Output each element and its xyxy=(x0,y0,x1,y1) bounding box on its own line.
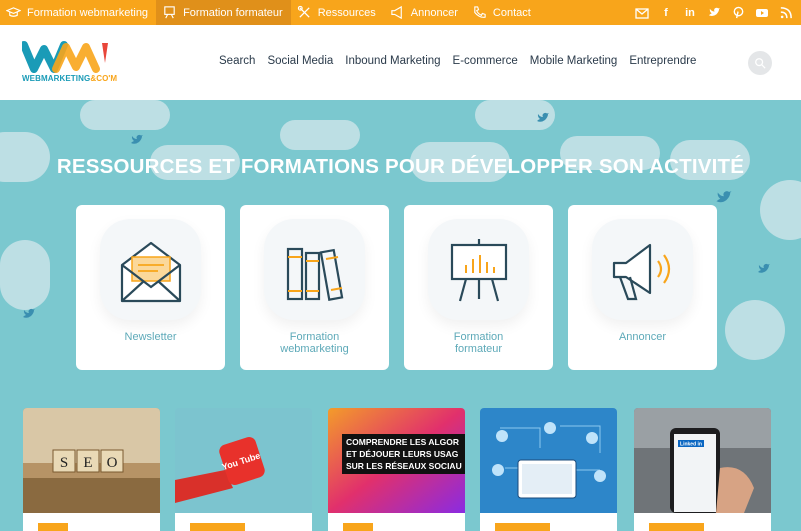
search-icon xyxy=(755,58,766,69)
site-header: WEBMARKETING&CO'M Search Social Media In… xyxy=(0,25,801,100)
article-footer xyxy=(634,513,771,531)
nav-social-media[interactable]: Social Media xyxy=(267,55,333,67)
nav-entreprendre[interactable]: Entreprendre xyxy=(629,55,696,67)
card-label: Formation webmarketing xyxy=(240,331,389,355)
twitter-bird-icon xyxy=(758,263,770,273)
twitter-icon[interactable] xyxy=(707,6,721,20)
phone-icon xyxy=(474,6,486,18)
envelope-icon xyxy=(120,241,182,303)
article-footer xyxy=(480,513,617,531)
network-tablet-image xyxy=(480,408,617,513)
category-tag xyxy=(38,523,68,531)
nav-search[interactable]: Search xyxy=(219,55,255,67)
nav-e-commerce[interactable]: E-commerce xyxy=(453,55,518,67)
linkedin-phone-image: Linked in xyxy=(634,408,771,513)
article-card-linkedin[interactable]: Linked in xyxy=(634,408,771,531)
card-label: Newsletter xyxy=(76,331,225,343)
linkedin-badge-text: Linked in xyxy=(680,442,702,448)
cloud-decoration xyxy=(725,300,785,360)
twitter-bird-icon xyxy=(716,191,732,203)
social-links: f in xyxy=(635,0,793,25)
card-label-line2: formateur xyxy=(454,343,503,355)
banner-line-2: ET DÉJOUER LEURS USAG xyxy=(346,449,459,459)
scrabble-tile-o: O xyxy=(107,455,118,471)
article-card-seo[interactable]: S E O xyxy=(23,408,160,531)
article-card-youtube[interactable]: You Tube xyxy=(175,408,312,531)
megaphone-icon xyxy=(391,5,402,20)
card-icon-container xyxy=(100,219,201,320)
topbar-item-ressources[interactable]: Ressources xyxy=(291,0,384,25)
topbar-item-contact[interactable]: Contact xyxy=(466,0,539,25)
rss-icon[interactable] xyxy=(779,6,793,20)
cloud-decoration xyxy=(280,120,360,150)
card-label-line1: Annoncer xyxy=(618,331,667,343)
pinterest-icon[interactable] xyxy=(731,6,745,20)
tools-icon xyxy=(297,5,310,18)
card-newsletter[interactable]: Newsletter xyxy=(76,205,225,370)
twitter-bird-icon xyxy=(23,308,35,318)
top-bar: Formation webmarketing Formation formate… xyxy=(0,0,801,25)
newsletter-icon[interactable] xyxy=(635,6,649,20)
topbar-item-label: Annoncer xyxy=(410,6,458,19)
category-tag xyxy=(495,523,550,531)
facebook-icon[interactable]: f xyxy=(659,6,673,20)
card-icon-container xyxy=(264,219,365,320)
category-tag xyxy=(190,523,245,531)
algorithms-image: COMPRENDRE LES ALGOR ET DÉJOUER LEURS US… xyxy=(328,408,465,513)
article-footer xyxy=(175,513,312,531)
topbar-item-formation-formateur[interactable]: Formation formateur xyxy=(156,0,291,25)
cloud-decoration xyxy=(760,180,801,240)
card-icon-container xyxy=(428,219,529,320)
logo-text-webmarketing: WEBMARKETING xyxy=(22,74,91,83)
card-label-line1: Formation xyxy=(289,331,340,343)
banner-line-1: COMPRENDRE LES ALGOR xyxy=(346,437,459,447)
scrabble-tile-e: E xyxy=(83,455,92,471)
hero-title: RESSOURCES ET FORMATIONS POUR DÉVELOPPER… xyxy=(56,155,745,178)
cloud-decoration xyxy=(80,100,170,130)
topbar-item-annoncer[interactable]: Annoncer xyxy=(384,0,466,25)
logo-text-com: &CO'M xyxy=(90,74,118,83)
card-formation-formateur[interactable]: Formation formateur xyxy=(404,205,553,370)
category-tag xyxy=(649,523,704,531)
topbar-item-formation-webmarketing[interactable]: Formation webmarketing xyxy=(0,0,156,25)
books-icon xyxy=(286,247,344,301)
article-footer xyxy=(328,513,465,531)
article-card-network[interactable] xyxy=(480,408,617,531)
topbar-item-label: Formation formateur xyxy=(183,6,283,19)
main-nav: Search Social Media Inbound Marketing E-… xyxy=(219,55,696,67)
seo-scrabble-image: S E O xyxy=(23,408,160,513)
topbar-item-label: Formation webmarketing xyxy=(27,6,149,19)
search-button[interactable] xyxy=(748,51,772,75)
logo-wordmark: WEBMARKETING&CO'M xyxy=(22,74,117,83)
megaphone-icon xyxy=(612,243,671,301)
card-label: Annoncer xyxy=(568,331,717,343)
hero-section: RESSOURCES ET FORMATIONS POUR DÉVELOPPER… xyxy=(0,100,801,531)
card-label-line2: webmarketing xyxy=(280,343,349,355)
card-label-line1: Formation xyxy=(453,331,504,343)
nav-mobile-marketing[interactable]: Mobile Marketing xyxy=(530,55,618,67)
twitter-bird-icon xyxy=(537,112,549,122)
topbar-item-label: Ressources xyxy=(317,6,376,19)
presentation-icon xyxy=(164,6,175,19)
article-card-algorithms[interactable]: COMPRENDRE LES ALGOR ET DÉJOUER LEURS US… xyxy=(328,408,465,531)
cloud-decoration xyxy=(0,240,50,310)
card-icon-container xyxy=(592,219,693,320)
linkedin-icon[interactable]: in xyxy=(683,6,697,20)
youtube-icon[interactable] xyxy=(755,6,769,20)
topbar-item-label: Contact xyxy=(492,6,531,19)
card-label: Formation formateur xyxy=(404,331,553,355)
card-annoncer[interactable]: Annoncer xyxy=(568,205,717,370)
article-footer xyxy=(23,513,160,531)
mortarboard-icon xyxy=(6,7,21,17)
card-formation-webmarketing[interactable]: Formation webmarketing xyxy=(240,205,389,370)
youtube-hand-image: You Tube xyxy=(175,408,312,513)
twitter-bird-icon xyxy=(131,134,143,144)
scrabble-tile-s: S xyxy=(60,455,68,471)
nav-inbound-marketing[interactable]: Inbound Marketing xyxy=(345,55,440,67)
card-label-line1: Newsletter xyxy=(124,331,177,343)
category-tag xyxy=(343,523,373,531)
banner-line-3: SUR LES RÉSEAUX SOCIAU xyxy=(346,461,462,471)
presentation-board-icon xyxy=(450,239,508,302)
